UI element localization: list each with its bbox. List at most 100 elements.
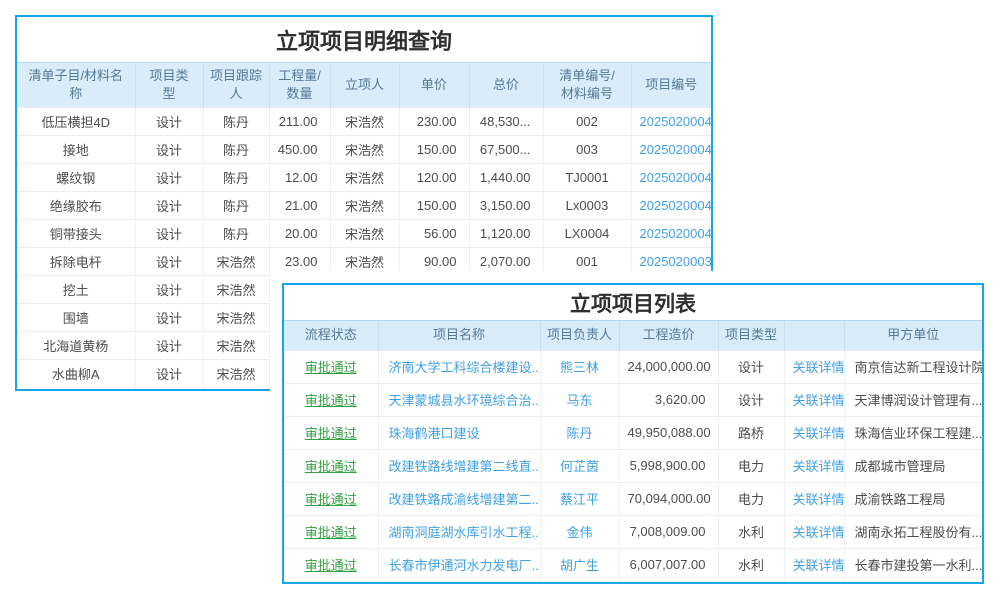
cell-cost: 6,007,007.00: [619, 548, 718, 581]
cell-related-detail-link[interactable]: 关联详情: [784, 548, 844, 581]
cell-type: 水利: [718, 548, 784, 581]
cell-project-code-link[interactable]: 2025020004: [631, 107, 711, 135]
cell-manager-link[interactable]: 胡广生: [540, 548, 619, 581]
cell-cost: 7,008,009.00: [619, 515, 718, 548]
cell-tracker: 陈丹: [203, 163, 269, 191]
cell-project-name-link[interactable]: 湖南洞庭湖水库引水工程...: [378, 515, 540, 548]
cell-project-type: 设计: [135, 135, 203, 163]
cell-project-type: 设计: [135, 331, 203, 359]
cell-quantity: 23.00: [269, 247, 330, 275]
cell-manager-link[interactable]: 蔡江平: [540, 482, 619, 515]
cell-initiator: 宋浩然: [330, 219, 399, 247]
cell-related-detail-link[interactable]: 关联详情: [784, 416, 844, 449]
detail-query-title: 立项项目明细查询: [17, 17, 711, 63]
cell-quantity: 211.00: [269, 107, 330, 135]
cell-related-detail-link[interactable]: 关联详情: [784, 515, 844, 548]
cell-unit-price: 90.00: [399, 247, 469, 275]
cell-client: 成都城市管理局: [844, 449, 982, 482]
cell-cost: 3,620.00: [619, 383, 718, 416]
col-header-total-price: 总价: [469, 63, 543, 107]
cell-material-name: 接地: [17, 135, 135, 163]
cell-project-code-link[interactable]: 2025020003: [631, 247, 711, 275]
cell-list-code: Lx0003: [543, 191, 631, 219]
cell-client: 成渝铁路工程局: [844, 482, 982, 515]
cell-unit-price: 150.00: [399, 191, 469, 219]
cell-tracker: 宋浩然: [203, 331, 269, 359]
cell-related-detail-link[interactable]: 关联详情: [784, 383, 844, 416]
cell-project-name-link[interactable]: 长春市伊通河水力发电厂...: [378, 548, 540, 581]
cell-project-type: 设计: [135, 191, 203, 219]
cell-project-code-link[interactable]: 2025020004: [631, 191, 711, 219]
table-row: 螺纹钢设计陈丹12.00宋浩然120.001,440.00TJ000120250…: [17, 163, 711, 191]
cell-quantity: 21.00: [269, 191, 330, 219]
cell-client: 珠海信业环保工程建...: [844, 416, 982, 449]
cell-material-name: 低压横担4D: [17, 107, 135, 135]
cell-material-name: 围墙: [17, 303, 135, 331]
cell-tracker: 陈丹: [203, 191, 269, 219]
cell-status-link[interactable]: 审批通过: [284, 449, 378, 482]
cell-unit-price: 150.00: [399, 135, 469, 163]
col-header-project-name: 项目名称: [378, 321, 540, 350]
col-header-manager: 项目负责人: [540, 321, 619, 350]
cell-project-name-link[interactable]: 珠海鹤港口建设: [378, 416, 540, 449]
cell-manager-link[interactable]: 熊三林: [540, 350, 619, 383]
cell-material-name: 绝缘胶布: [17, 191, 135, 219]
cell-status-link[interactable]: 审批通过: [284, 548, 378, 581]
cell-client: 南京信达新工程设计院: [844, 350, 982, 383]
cell-project-name-link[interactable]: 天津蒙城县水环境综合治...: [378, 383, 540, 416]
col-header-flow-status: 流程状态: [284, 321, 378, 350]
table-row: 铜带接头设计陈丹20.00宋浩然56.001,120.00LX000420250…: [17, 219, 711, 247]
list-header-row: 流程状态 项目名称 项目负责人 工程造价 项目类型 甲方单位: [284, 321, 982, 350]
cell-cost: 5,998,900.00: [619, 449, 718, 482]
cell-project-name-link[interactable]: 改建铁路线增建第二线直...: [378, 449, 540, 482]
table-row: 审批通过湖南洞庭湖水库引水工程...金伟7,008,009.00水利关联详情湖南…: [284, 515, 982, 548]
cell-status-link[interactable]: 审批通过: [284, 416, 378, 449]
cell-related-detail-link[interactable]: 关联详情: [784, 482, 844, 515]
cell-manager-link[interactable]: 何芷茵: [540, 449, 619, 482]
cell-project-code-link[interactable]: 2025020004: [631, 135, 711, 163]
cell-material-name: 挖土: [17, 275, 135, 303]
table-row: 低压横担4D设计陈丹211.00宋浩然230.0048,530...002202…: [17, 107, 711, 135]
cell-status-link[interactable]: 审批通过: [284, 515, 378, 548]
cell-project-name-link[interactable]: 济南大学工科综合楼建设...: [378, 350, 540, 383]
col-header-list-code: 清单编号/ 材料编号: [543, 63, 631, 107]
cell-unit-price: 56.00: [399, 219, 469, 247]
cell-project-code-link[interactable]: 2025020004: [631, 219, 711, 247]
cell-initiator: 宋浩然: [330, 191, 399, 219]
cell-material-name: 螺纹钢: [17, 163, 135, 191]
cell-material-name: 拆除电杆: [17, 247, 135, 275]
cell-status-link[interactable]: 审批通过: [284, 350, 378, 383]
cell-tracker: 宋浩然: [203, 247, 269, 275]
cell-material-name: 北海道黄杨: [17, 331, 135, 359]
cell-unit-price: 230.00: [399, 107, 469, 135]
cell-tracker: 宋浩然: [203, 359, 269, 387]
cell-list-code: LX0004: [543, 219, 631, 247]
cell-type: 路桥: [718, 416, 784, 449]
col-header-tracker: 项目跟踪 人: [203, 63, 269, 107]
cell-list-code: 002: [543, 107, 631, 135]
cell-status-link[interactable]: 审批通过: [284, 383, 378, 416]
cell-manager-link[interactable]: 金伟: [540, 515, 619, 548]
cell-total-price: 48,530...: [469, 107, 543, 135]
cell-related-detail-link[interactable]: 关联详情: [784, 449, 844, 482]
cell-manager-link[interactable]: 马东: [540, 383, 619, 416]
col-header-material-name: 清单子目/材料名 称: [17, 63, 135, 107]
cell-initiator: 宋浩然: [330, 107, 399, 135]
table-row: 审批通过珠海鹤港口建设陈丹49,950,088.00路桥关联详情珠海信业环保工程…: [284, 416, 982, 449]
cell-manager-link[interactable]: 陈丹: [540, 416, 619, 449]
cell-project-name-link[interactable]: 改建铁路成渝线增建第二...: [378, 482, 540, 515]
cell-quantity: 20.00: [269, 219, 330, 247]
cell-project-code-link[interactable]: 2025020004: [631, 163, 711, 191]
cell-client: 天津博润设计管理有...: [844, 383, 982, 416]
cell-material-name: 水曲柳A: [17, 359, 135, 387]
cell-type: 设计: [718, 350, 784, 383]
project-list-table: 流程状态 项目名称 项目负责人 工程造价 项目类型 甲方单位 审批通过济南大学工…: [284, 321, 982, 581]
cell-initiator: 宋浩然: [330, 135, 399, 163]
cell-quantity: 450.00: [269, 135, 330, 163]
cell-total-price: 3,150.00: [469, 191, 543, 219]
cell-related-detail-link[interactable]: 关联详情: [784, 350, 844, 383]
project-list-title: 立项项目列表: [284, 285, 982, 321]
cell-status-link[interactable]: 审批通过: [284, 482, 378, 515]
cell-list-code: 001: [543, 247, 631, 275]
table-row: 审批通过改建铁路成渝线增建第二...蔡江平70,094,000.00电力关联详情…: [284, 482, 982, 515]
